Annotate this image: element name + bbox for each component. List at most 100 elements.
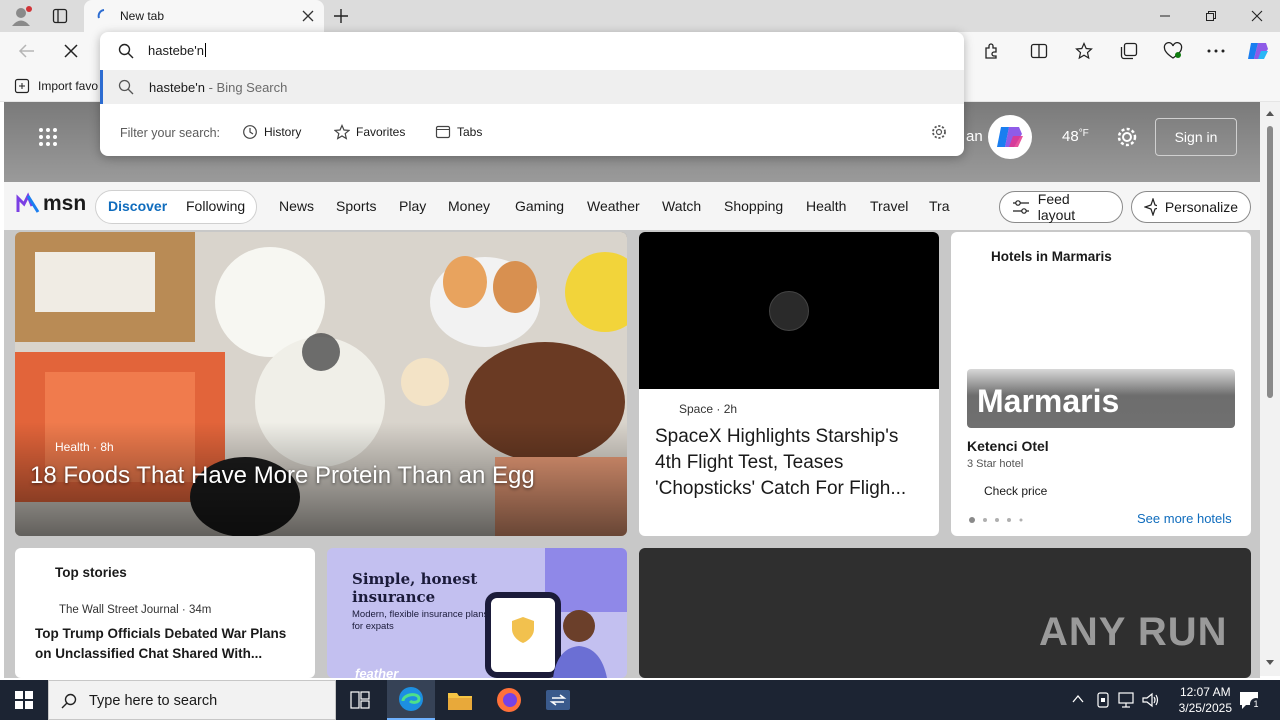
video-card[interactable]: ANY RUN bbox=[639, 548, 1251, 678]
hotel-name[interactable]: Ketenci Otel bbox=[967, 438, 1049, 454]
address-input[interactable]: hastebe'n bbox=[148, 43, 206, 58]
story-title[interactable]: Top Trump Officials Debated War Plans on… bbox=[35, 624, 299, 664]
volume-icon[interactable] bbox=[1142, 692, 1160, 708]
nav-health[interactable]: Health bbox=[806, 198, 846, 214]
weather-widget[interactable]: 48°F bbox=[1062, 128, 1089, 145]
filter-tabs-label: Tabs bbox=[457, 125, 483, 139]
filter-history-label: History bbox=[264, 125, 302, 139]
taskbar-file-explorer-icon[interactable] bbox=[436, 680, 484, 720]
tab-new-tab[interactable]: New tab bbox=[84, 0, 324, 32]
filter-label: Filter your search: bbox=[120, 126, 221, 140]
settings-gear-icon[interactable] bbox=[1116, 126, 1138, 148]
watermark-text: ANY RUN bbox=[1039, 610, 1228, 654]
tab-discover[interactable]: Discover bbox=[108, 198, 167, 214]
sign-in-button[interactable]: Sign in bbox=[1155, 118, 1237, 156]
start-button[interactable] bbox=[0, 680, 48, 720]
nav-watch[interactable]: Watch bbox=[662, 198, 701, 214]
apps-launcher-icon[interactable] bbox=[38, 127, 58, 147]
nav-money[interactable]: Money bbox=[448, 198, 490, 214]
ad-headline: Simple, honest insurance bbox=[352, 570, 478, 606]
taskbar-firefox-icon[interactable] bbox=[485, 680, 533, 720]
search-filter-row: Filter your search: History Favorites Ta… bbox=[100, 112, 964, 152]
suggestion-text: hastebe'n - Bing Search bbox=[149, 80, 287, 95]
msn-logo[interactable]: msn bbox=[16, 192, 86, 216]
hero-meta: Health · 8h bbox=[55, 440, 114, 454]
taskbar-app-icon[interactable] bbox=[534, 680, 582, 720]
nav-tra-truncated[interactable]: Tra bbox=[929, 198, 950, 214]
nav-shopping[interactable]: Shopping bbox=[724, 198, 783, 214]
hotels-card[interactable]: Hotels in Marmaris Marmaris Ketenci Otel… bbox=[951, 232, 1251, 536]
restore-button[interactable] bbox=[1188, 0, 1234, 32]
tab-title: New tab bbox=[120, 9, 165, 23]
import-favorites-link[interactable]: Import favo bbox=[38, 79, 98, 93]
space-article-card[interactable]: Space · 2h SpaceX Highlights Starship's … bbox=[639, 232, 939, 536]
sign-in-label: Sign in bbox=[1174, 129, 1218, 145]
watermark-logo: ANY RUN bbox=[1039, 610, 1228, 655]
stop-loading-button[interactable] bbox=[63, 43, 79, 59]
vertical-tabs-icon[interactable] bbox=[52, 8, 68, 24]
taskbar-clock[interactable]: 12:07 AM 3/25/2025 bbox=[1179, 684, 1232, 716]
hero-title[interactable]: 18 Foods That Have More Protein Than an … bbox=[30, 462, 535, 490]
search-settings-gear-icon[interactable] bbox=[931, 124, 947, 140]
check-price-link[interactable]: Check price bbox=[984, 484, 1047, 498]
weather-unit: °F bbox=[1078, 128, 1089, 139]
insurance-ad-card[interactable]: Simple, honest insurance Modern, flexibl… bbox=[327, 548, 627, 678]
ad-subline: Modern, flexible insurance plans for exp… bbox=[352, 609, 489, 632]
back-button[interactable] bbox=[18, 42, 36, 60]
network-icon[interactable] bbox=[1118, 692, 1136, 708]
copilot-icon[interactable] bbox=[1246, 40, 1270, 62]
taskbar-search-box[interactable]: Type here to search bbox=[48, 680, 336, 720]
nav-gaming[interactable]: Gaming bbox=[515, 198, 564, 214]
hotel-image-label: Marmaris bbox=[977, 383, 1120, 419]
nav-weather[interactable]: Weather bbox=[587, 198, 640, 214]
favorites-star-icon[interactable] bbox=[1075, 42, 1093, 60]
address-bar[interactable]: hastebe'n bbox=[100, 32, 964, 70]
ad-person-figure bbox=[549, 604, 611, 678]
nav-news[interactable]: News bbox=[279, 198, 314, 214]
import-favorites-icon[interactable] bbox=[14, 78, 30, 94]
personalize-label: Personalize bbox=[1164, 199, 1238, 215]
page-scrollbar[interactable] bbox=[1260, 102, 1280, 676]
more-menu-icon[interactable] bbox=[1207, 48, 1225, 54]
close-window-button[interactable] bbox=[1234, 0, 1280, 32]
nav-sports[interactable]: Sports bbox=[336, 198, 376, 214]
feed-layout-button[interactable]: Feed layout bbox=[999, 191, 1123, 223]
top-stories-card[interactable]: Top stories The Wall Street Journal · 34… bbox=[15, 548, 315, 678]
nav-play[interactable]: Play bbox=[399, 198, 426, 214]
sliders-icon bbox=[1013, 200, 1029, 214]
space-title[interactable]: SpaceX Highlights Starship's 4th Flight … bbox=[655, 424, 927, 502]
hero-article-card[interactable]: Health · 8h 18 Foods That Have More Prot… bbox=[15, 232, 627, 536]
msn-logo-text: msn bbox=[43, 192, 87, 215]
video-thumbnail[interactable] bbox=[639, 232, 939, 389]
filter-tabs[interactable]: Tabs bbox=[435, 124, 482, 140]
see-more-hotels-link[interactable]: See more hotels bbox=[1137, 511, 1232, 526]
new-tab-button[interactable] bbox=[332, 7, 350, 25]
taskbar-edge-icon[interactable] bbox=[387, 680, 435, 720]
nav-travel[interactable]: Travel bbox=[870, 198, 908, 214]
story-meta: The Wall Street Journal · 34m bbox=[59, 604, 212, 616]
filter-history[interactable]: History bbox=[242, 124, 301, 140]
suggestion-search-icon bbox=[118, 79, 134, 95]
minimize-button[interactable] bbox=[1142, 0, 1188, 32]
split-screen-icon[interactable] bbox=[1030, 42, 1048, 60]
carousel-dots[interactable] bbox=[969, 517, 1025, 523]
tab-following[interactable]: Following bbox=[186, 198, 245, 214]
personalize-button[interactable]: Personalize bbox=[1131, 191, 1251, 223]
tray-device-icon[interactable] bbox=[1096, 692, 1110, 708]
task-view-icon[interactable] bbox=[336, 680, 384, 720]
close-tab-icon[interactable] bbox=[302, 10, 314, 22]
profile-icon[interactable] bbox=[10, 6, 32, 26]
story-age: 34m bbox=[188, 604, 212, 616]
filter-favorites[interactable]: Favorites bbox=[334, 124, 405, 140]
collections-icon[interactable] bbox=[1120, 42, 1138, 60]
extensions-icon[interactable] bbox=[982, 42, 1000, 60]
search-suggestion[interactable]: hastebe'n - Bing Search bbox=[100, 70, 964, 104]
clock-date: 3/25/2025 bbox=[1178, 701, 1232, 715]
browser-essentials-icon[interactable] bbox=[1163, 42, 1183, 60]
top-stories-header: Top stories bbox=[55, 565, 127, 580]
taskbar-search-icon bbox=[61, 693, 77, 709]
notification-center-icon[interactable]: 1 bbox=[1238, 690, 1262, 710]
tray-chevron-icon[interactable] bbox=[1072, 694, 1084, 704]
hotel-image[interactable]: Marmaris bbox=[967, 369, 1235, 428]
copilot-avatar-icon[interactable] bbox=[988, 115, 1032, 159]
